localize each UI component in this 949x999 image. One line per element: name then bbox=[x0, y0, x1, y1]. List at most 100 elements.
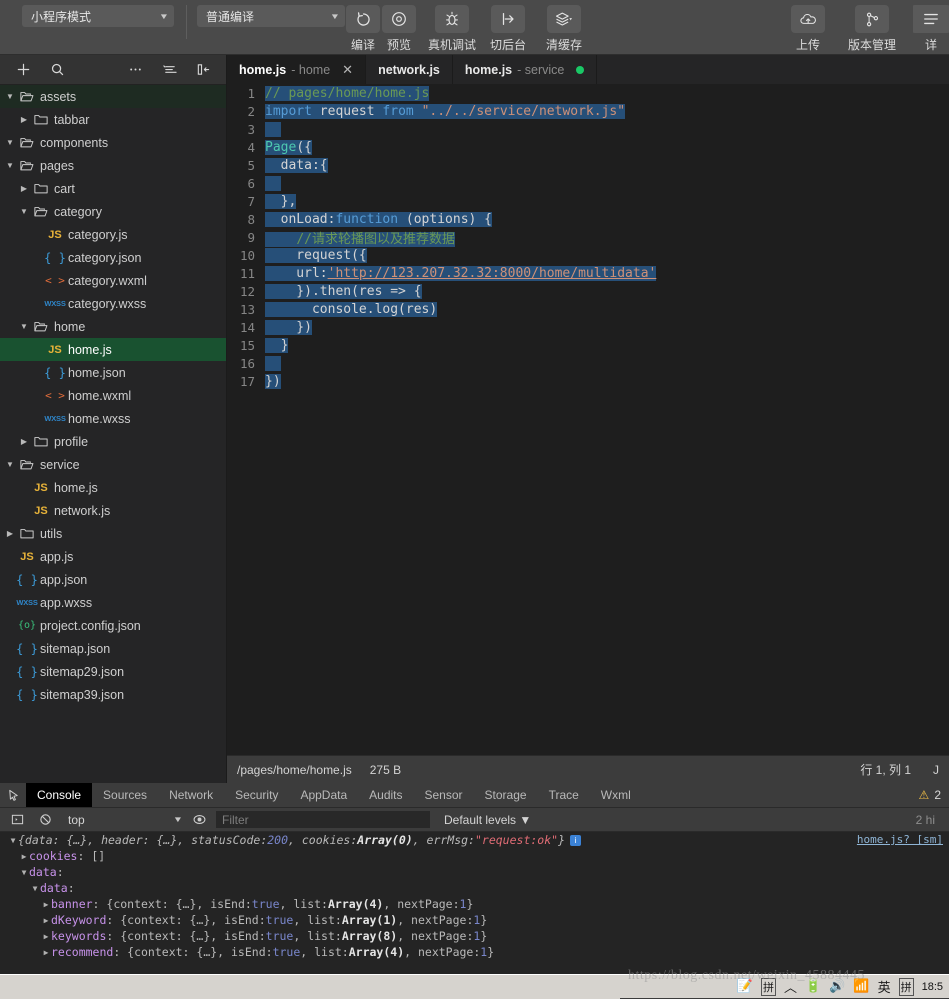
sidebar-toggle-icon[interactable] bbox=[6, 813, 28, 826]
devtools-tab[interactable]: Console bbox=[26, 783, 93, 807]
tree-item[interactable]: ▶JSnetwork.js bbox=[0, 499, 226, 522]
console-context-select[interactable]: top ▼ bbox=[62, 811, 183, 829]
preview-button[interactable]: 预览 bbox=[381, 5, 417, 53]
console-row[interactable]: ▶ recommend: {context: {…}, isEnd: true, … bbox=[0, 944, 949, 960]
devtools-tab[interactable]: Trace bbox=[538, 783, 590, 807]
chevron-down-icon[interactable]: ▼ bbox=[19, 868, 29, 877]
chevron-right-icon[interactable]: ▶ bbox=[19, 852, 29, 861]
clear-cache-button[interactable]: 清缓存 bbox=[541, 5, 587, 53]
console-row[interactable]: ▶ keywords: {context: {…}, isEnd: true, l… bbox=[0, 928, 949, 944]
console-filter-input[interactable] bbox=[216, 811, 430, 828]
collapse-icon[interactable] bbox=[186, 56, 220, 84]
chevron-down-icon[interactable]: ▼ bbox=[8, 836, 18, 845]
inspect-cursor-icon[interactable] bbox=[0, 783, 26, 807]
chevron-down-icon[interactable]: ▼ bbox=[30, 884, 40, 893]
ime-pad-icon[interactable]: 📝 bbox=[737, 979, 753, 994]
console-row[interactable]: ▶ cookies: [] bbox=[0, 848, 949, 864]
tree-item[interactable]: ▼ assets bbox=[0, 85, 226, 108]
ime-pin-icon[interactable]: 拼 bbox=[760, 977, 776, 996]
chevron-right-icon[interactable]: ▶ bbox=[41, 932, 51, 941]
console-token: : bbox=[67, 881, 75, 895]
sort-icon[interactable] bbox=[152, 56, 186, 84]
editor-tab[interactable]: home.js - home ✕ bbox=[227, 55, 367, 84]
chevron-right-icon[interactable]: ▶ bbox=[41, 900, 51, 909]
devtools-tab[interactable]: Network bbox=[158, 783, 224, 807]
tree-item[interactable]: ▶< >category.wxml bbox=[0, 269, 226, 292]
tree-item[interactable]: ▶JShome.js bbox=[0, 476, 226, 499]
devtools-tab[interactable]: Sensor bbox=[414, 783, 474, 807]
devtools-warning-area[interactable]: ⚠ 2 bbox=[919, 783, 949, 807]
detail-button[interactable]: 详 bbox=[913, 5, 949, 53]
console-levels-select[interactable]: Default levels ▼ bbox=[444, 813, 531, 827]
devtools-tab[interactable]: Storage bbox=[474, 783, 538, 807]
devtools-tab[interactable]: Sources bbox=[92, 783, 158, 807]
battery-icon[interactable]: 🔋 bbox=[805, 979, 821, 994]
tree-item[interactable]: ▶ cart bbox=[0, 177, 226, 200]
tree-item[interactable]: ▶ profile bbox=[0, 430, 226, 453]
console-row[interactable]: ▼ {data: {…}, header: {…}, statusCode: 20… bbox=[0, 832, 949, 848]
devtools-tab[interactable]: Audits bbox=[358, 783, 413, 807]
console-token: } bbox=[480, 913, 488, 927]
caret-icon[interactable]: ︿ bbox=[784, 977, 797, 996]
status-cursor-position[interactable]: 行 1, 列 1 bbox=[860, 761, 911, 778]
more-icon[interactable] bbox=[118, 56, 152, 84]
code-line-text: url:'http://123.207.32.32:8000/home/mult… bbox=[265, 265, 657, 281]
tree-item[interactable]: ▶{ }app.json bbox=[0, 568, 226, 591]
mode-select[interactable]: 小程序模式 ▼ bbox=[22, 5, 174, 27]
ime-pin2-icon[interactable]: 拼 bbox=[898, 977, 914, 996]
chevron-down-icon: ▼ bbox=[158, 11, 170, 21]
volume-icon[interactable]: 🔊 bbox=[829, 979, 845, 994]
tree-item[interactable]: ▶JShome.js bbox=[0, 338, 226, 361]
compile-button[interactable]: 编译 bbox=[345, 5, 381, 53]
console-row[interactable]: ▼ data: bbox=[0, 864, 949, 880]
eye-icon[interactable] bbox=[188, 813, 210, 826]
tree-item[interactable]: ▶WXSShome.wxss bbox=[0, 407, 226, 430]
background-button[interactable]: 切后台 bbox=[485, 5, 531, 53]
compile-select[interactable]: 普通编译 ▼ bbox=[197, 5, 345, 27]
tree-item[interactable]: ▶{ }home.json bbox=[0, 361, 226, 384]
console-row[interactable]: ▼ data: bbox=[0, 880, 949, 896]
version-manage-button[interactable]: 版本管理 bbox=[843, 5, 901, 53]
tree-item[interactable]: ▶{o}project.config.json bbox=[0, 614, 226, 637]
network-icon[interactable]: 📶 bbox=[853, 979, 869, 994]
close-icon[interactable]: ✕ bbox=[342, 62, 353, 78]
add-icon[interactable] bbox=[6, 56, 40, 84]
code-editor: home.js - home ✕ network.js home.js - service… bbox=[227, 55, 949, 755]
console-row[interactable]: ▶ banner: {context: {…}, isEnd: true, lis… bbox=[0, 896, 949, 912]
devtools-tab[interactable]: AppData bbox=[289, 783, 358, 807]
tree-item[interactable]: ▶{ }category.json bbox=[0, 246, 226, 269]
search-icon[interactable] bbox=[40, 56, 74, 84]
tree-item[interactable]: ▼ service bbox=[0, 453, 226, 476]
tree-item[interactable]: ▶ utils bbox=[0, 522, 226, 545]
editor-tab[interactable]: home.js - service bbox=[453, 55, 598, 84]
devtools-tab[interactable]: Wxml bbox=[590, 783, 642, 807]
tree-item[interactable]: ▶WXSSapp.wxss bbox=[0, 591, 226, 614]
console-row[interactable]: ▶ dKeyword: {context: {…}, isEnd: true, l… bbox=[0, 912, 949, 928]
tree-item[interactable]: ▶WXSScategory.wxss bbox=[0, 292, 226, 315]
clear-console-icon[interactable] bbox=[34, 813, 56, 826]
lang-en-icon[interactable]: 英 bbox=[878, 977, 891, 996]
chevron-right-icon[interactable]: ▶ bbox=[41, 916, 51, 925]
editor-tab[interactable]: network.js bbox=[366, 55, 453, 84]
tree-item[interactable]: ▼ category bbox=[0, 200, 226, 223]
code-area[interactable]: 1 // pages/home/home.js 2 import request fr… bbox=[227, 84, 949, 755]
tree-item[interactable]: ▶{ }sitemap.json bbox=[0, 637, 226, 660]
tree-item[interactable]: ▶JSapp.js bbox=[0, 545, 226, 568]
tree-item[interactable]: ▶{ }sitemap39.json bbox=[0, 683, 226, 706]
tree-item[interactable]: ▶< >home.wxml bbox=[0, 384, 226, 407]
chevron-right-icon[interactable]: ▶ bbox=[41, 948, 51, 957]
tree-item[interactable]: ▼ pages bbox=[0, 154, 226, 177]
console-token: } bbox=[558, 833, 566, 847]
upload-button[interactable]: 上传 bbox=[785, 5, 831, 53]
console-source-link[interactable]: home.js? [sm] bbox=[857, 833, 943, 846]
devtools-tab[interactable]: Security bbox=[224, 783, 289, 807]
status-language[interactable]: J bbox=[933, 763, 939, 777]
tree-item[interactable]: ▼ components bbox=[0, 131, 226, 154]
tree-item[interactable]: ▶ tabbar bbox=[0, 108, 226, 131]
tree-item[interactable]: ▼ home bbox=[0, 315, 226, 338]
remote-debug-button[interactable]: 真机调试 bbox=[428, 5, 476, 53]
folder-icon bbox=[30, 182, 52, 195]
console-output[interactable]: home.js? [sm] ▼ {data: {…}, header: {…}, … bbox=[0, 832, 949, 975]
tree-item[interactable]: ▶{ }sitemap29.json bbox=[0, 660, 226, 683]
tree-item[interactable]: ▶JScategory.js bbox=[0, 223, 226, 246]
